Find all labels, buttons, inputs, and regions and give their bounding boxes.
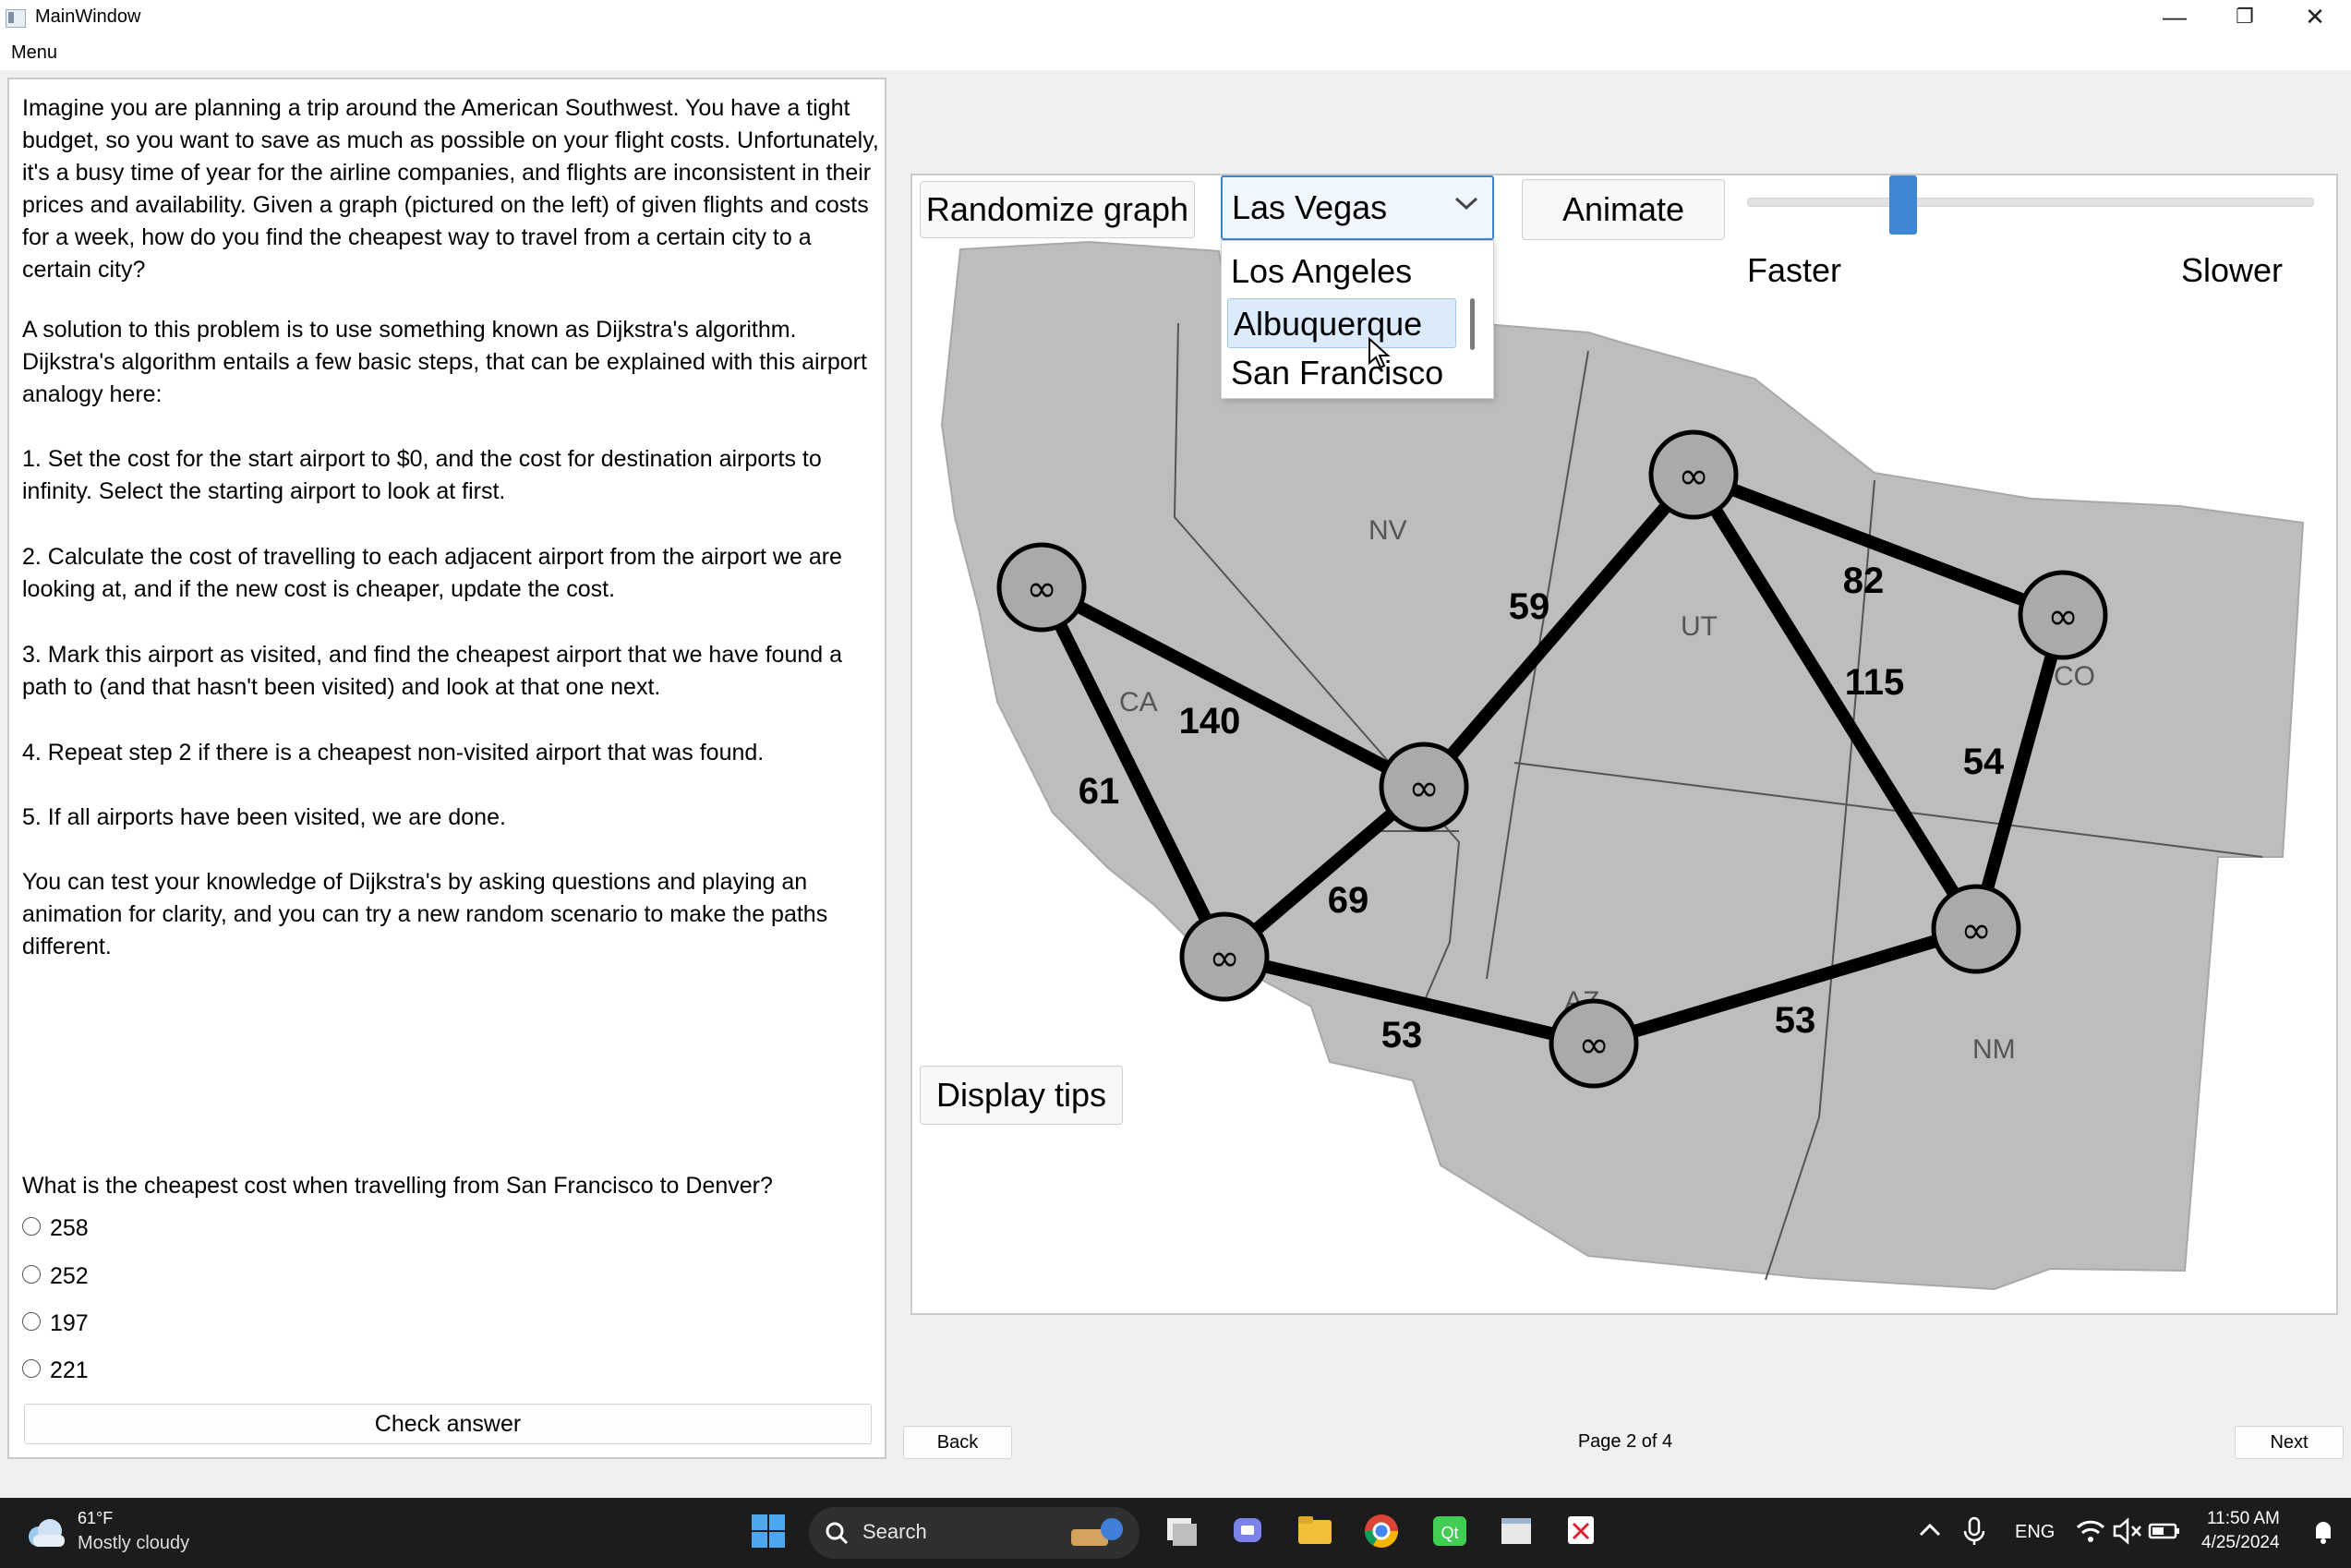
edge-cost: 115 (1845, 662, 1905, 703)
speed-slider[interactable] (1747, 198, 2314, 207)
answer-option[interactable]: 252 (22, 1263, 89, 1295)
edge-cost: 53 (1381, 1015, 1423, 1055)
summary-paragraph: You can test your knowledge of Dijkstra'… (22, 869, 828, 959)
answer-option[interactable]: 258 (22, 1215, 89, 1247)
volume-muted-icon[interactable] (2107, 1511, 2148, 1551)
display-tips-button[interactable]: Display tips (920, 1066, 1123, 1125)
dropdown-item[interactable]: San Francisco (1222, 348, 1462, 398)
edge-cost: 82 (1843, 561, 1885, 601)
task-view-icon[interactable] (1162, 1511, 1202, 1551)
node-cost: ∞ (1209, 937, 1239, 980)
edge-cost: 140 (1179, 701, 1241, 742)
app-icon (6, 9, 26, 28)
next-button[interactable]: Next (2235, 1426, 2344, 1459)
step-5: 5. If all airports have been visited, we… (22, 804, 506, 830)
maximize-button[interactable]: ❐ (2212, 0, 2277, 35)
node-cost: ∞ (1960, 910, 1991, 952)
randomize-graph-button[interactable]: Randomize graph (920, 181, 1195, 238)
microphone-icon[interactable] (1954, 1511, 1995, 1551)
menu-bar: Menu (0, 35, 2351, 70)
radio-icon[interactable] (22, 1217, 41, 1236)
node-cost: ∞ (1578, 1024, 1609, 1067)
southwest-map (940, 240, 2305, 1291)
search-icon (826, 1522, 849, 1545)
answer-option[interactable]: 197 (22, 1310, 89, 1342)
chevron-up-icon[interactable] (1910, 1511, 1950, 1551)
snipping-tool-icon[interactable] (1562, 1511, 1603, 1551)
weather-description: Mostly cloudy (78, 1533, 190, 1553)
dropdown-scrollbar[interactable] (1470, 298, 1475, 350)
back-button[interactable]: Back (903, 1426, 1012, 1459)
edge-cost: 59 (1509, 586, 1550, 627)
notification-bell-icon[interactable] (2303, 1511, 2344, 1551)
battery-icon[interactable] (2144, 1511, 2185, 1551)
edge-cost: 53 (1775, 1000, 1816, 1041)
state-label-nv: NV (1368, 515, 1407, 546)
chrome-icon[interactable] (1361, 1511, 1402, 1551)
step-2: 2. Calculate the cost of travelling to e… (22, 544, 842, 602)
taskbar: 61°F Mostly cloudy Search Qt ENG 11:50 A… (0, 1498, 2351, 1568)
step-4: 4. Repeat step 2 if there is a cheapest … (22, 740, 765, 766)
weather-temperature: 61°F (78, 1509, 114, 1527)
algorithm-paragraph: A solution to this problem is to use som… (22, 317, 867, 407)
edge-cost: 69 (1328, 880, 1369, 921)
window-title: MainWindow (35, 6, 141, 27)
step-1: 1. Set the cost for the start airport to… (22, 446, 822, 504)
radio-icon[interactable] (22, 1312, 41, 1332)
state-label-ut: UT (1681, 611, 1718, 642)
slower-label: Slower (2181, 251, 2284, 289)
node-cost: ∞ (1408, 767, 1439, 810)
speed-slider-handle[interactable] (1889, 175, 1917, 235)
page-indicator: Page 2 of 4 (1577, 1431, 1673, 1452)
qt-creator-icon[interactable]: Qt (1429, 1511, 1470, 1551)
state-label-ca: CA (1119, 687, 1158, 718)
radio-icon[interactable] (22, 1359, 41, 1379)
weather-cloud-icon[interactable] (24, 1516, 68, 1550)
graph-map: NV UT CA CO AZ NM ∞ ∞ ∞ ∞ ∞ ∞ ∞ 59 (940, 240, 2305, 1291)
windows-start-icon[interactable] (748, 1511, 789, 1551)
svg-text:Qt: Qt (1441, 1524, 1458, 1542)
node-cost: ∞ (2047, 596, 2078, 638)
clock-date[interactable]: 4/25/2024 (2201, 1533, 2280, 1553)
menu-item-menu[interactable]: Menu (11, 42, 57, 64)
minimize-button[interactable]: — (2142, 0, 2207, 35)
dropdown-item-highlighted[interactable]: Albuquerque (1227, 298, 1456, 348)
instructions-panel: Imagine you are planning a trip around t… (7, 78, 886, 1459)
radio-icon[interactable] (22, 1265, 41, 1285)
close-button[interactable]: ✕ (2283, 0, 2347, 35)
edge-cost: 61 (1079, 771, 1120, 812)
step-3: 3. Mark this airport as visited, and fin… (22, 642, 843, 700)
state-label-co: CO (2054, 661, 2095, 692)
wifi-icon[interactable] (2070, 1511, 2111, 1551)
chevron-down-icon (1454, 197, 1478, 211)
city-select-value: Las Vegas (1232, 188, 1388, 226)
animate-button[interactable]: Animate (1522, 179, 1725, 240)
check-answer-button[interactable]: Check answer (24, 1404, 872, 1444)
teams-chat-icon[interactable] (1228, 1511, 1269, 1551)
language-indicator[interactable]: ENG (2015, 1522, 2055, 1543)
mouse-cursor-icon (1368, 337, 1391, 369)
file-explorer-icon[interactable] (1295, 1511, 1335, 1551)
node-cost: ∞ (1026, 568, 1056, 610)
city-dropdown-list: Los Angeles Albuquerque San Francisco (1221, 240, 1494, 399)
edge-cost: 54 (1963, 742, 2005, 782)
clock-time[interactable]: 11:50 AM (2207, 1509, 2280, 1529)
quiz-question: What is the cheapest cost when travellin… (22, 1173, 773, 1199)
city-select[interactable]: Las Vegas (1221, 175, 1494, 240)
intro-paragraph: Imagine you are planning a trip around t… (22, 95, 879, 283)
dropdown-item[interactable]: Los Angeles (1222, 247, 1462, 296)
faster-label: Faster (1747, 251, 1842, 289)
node-cost: ∞ (1678, 455, 1708, 498)
app-window-icon[interactable] (1496, 1511, 1537, 1551)
state-label-nm: NM (1972, 1034, 2016, 1065)
title-bar: MainWindow — ❐ ✕ (0, 0, 2351, 35)
answer-option[interactable]: 221 (22, 1357, 89, 1389)
search-placeholder: Search (862, 1520, 927, 1543)
taskbar-search-box[interactable]: Search (809, 1507, 1139, 1559)
search-highlight-icon (1071, 1518, 1123, 1546)
